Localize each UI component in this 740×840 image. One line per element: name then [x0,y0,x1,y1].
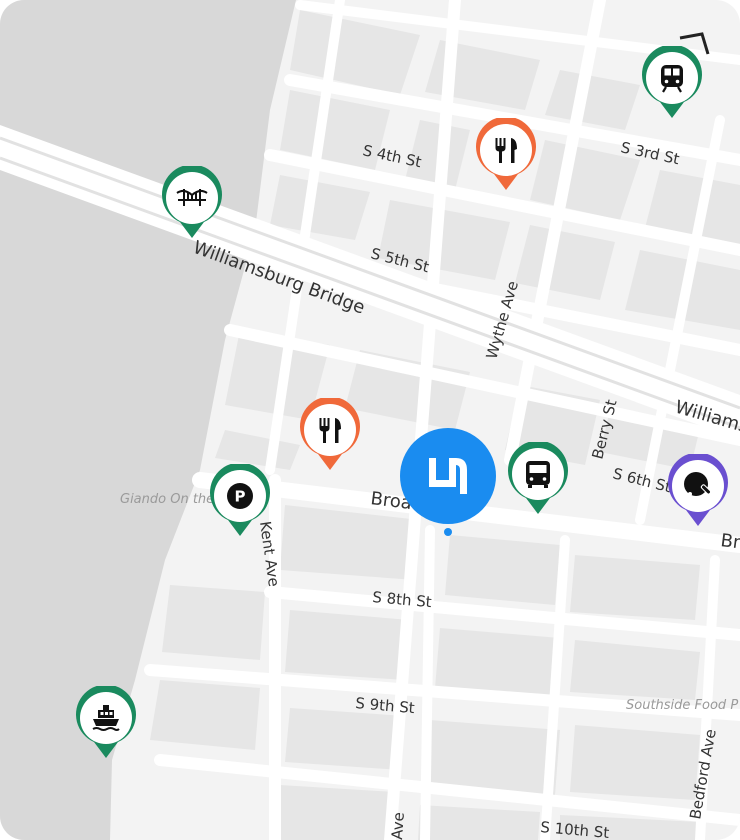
poi-label-giando: Giando On the [120,492,214,507]
svg-text:P: P [235,488,246,506]
bus-icon [526,461,550,488]
parking-marker[interactable]: P [208,464,272,538]
map-view[interactable]: S 4th St S 3rd St S 5th St Williamsburg … [0,0,740,840]
restaurant-marker-mid[interactable] [298,398,362,472]
current-location-pin[interactable] [400,428,496,524]
street-label-broadway-right: Br [719,530,740,553]
bridge-marker[interactable] [160,166,224,240]
restaurant-marker-top[interactable] [474,118,538,192]
location-dot [444,528,452,536]
subway-marker[interactable] [640,46,704,120]
ferry-marker[interactable] [74,686,138,760]
street-label-ave-bottom: Ave [388,812,408,840]
parking-icon: P [227,483,253,509]
bus-marker[interactable] [506,442,570,516]
poi-label-southside: Southside Food P [626,698,738,713]
activity-marker[interactable] [666,454,730,528]
